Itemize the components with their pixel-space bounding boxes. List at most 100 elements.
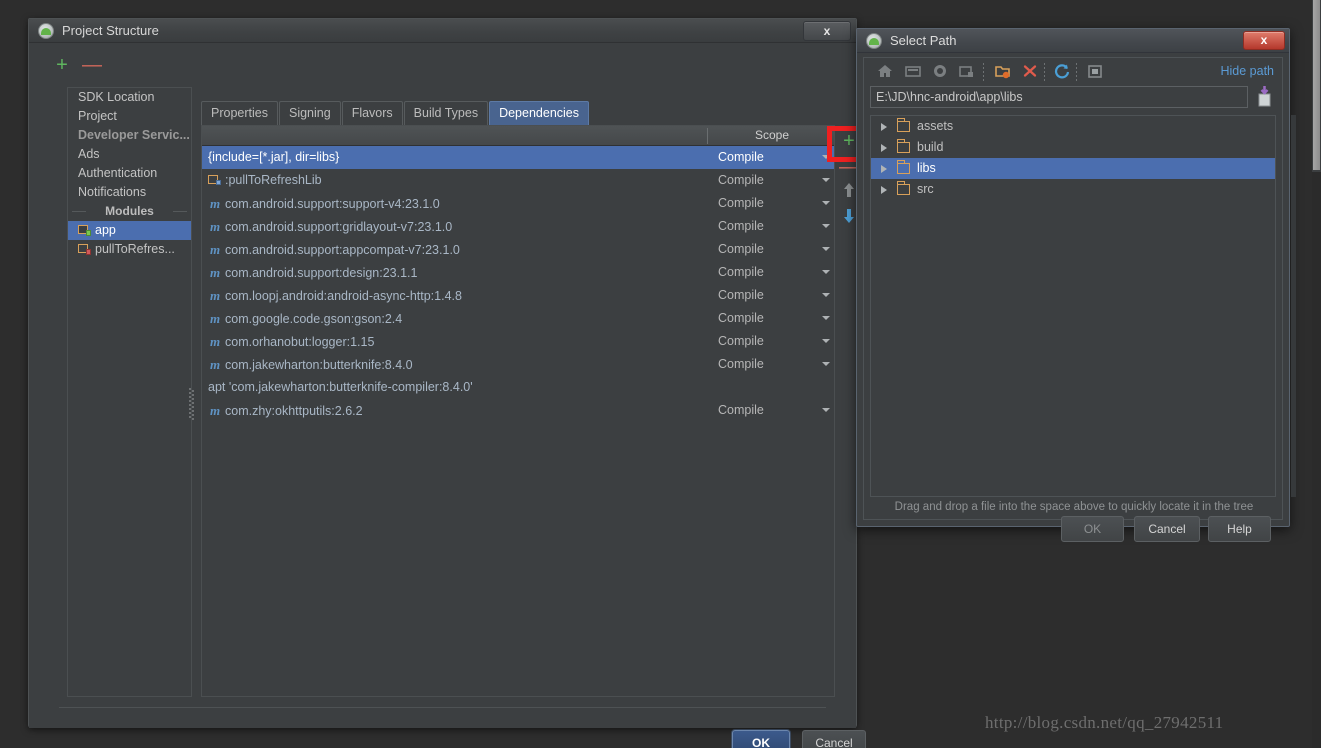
dependency-row[interactable]: apt 'com.jakewharton:butterknife-compile… bbox=[202, 376, 834, 399]
chevron-right-icon[interactable] bbox=[881, 165, 887, 173]
scope-value[interactable]: Compile bbox=[718, 169, 764, 192]
dependency-name: m com.orhanobut:logger:1.15 bbox=[208, 330, 374, 354]
ok-button[interactable]: OK bbox=[732, 730, 790, 748]
sidebar-section-modules: Modules bbox=[68, 202, 191, 221]
chevron-down-icon[interactable] bbox=[822, 339, 830, 343]
chevron-down-icon[interactable] bbox=[822, 316, 830, 320]
sidebar-item-notifications[interactable]: Notifications bbox=[68, 183, 191, 202]
dependency-name: {include=[*.jar], dir=libs} bbox=[208, 146, 339, 169]
module-toolbar: + — bbox=[39, 55, 169, 81]
path-toolbar: Hide path bbox=[864, 58, 1282, 86]
dependency-name: m com.google.code.gson:gson:2.4 bbox=[208, 307, 402, 331]
chevron-down-icon[interactable] bbox=[822, 362, 830, 366]
tree-scrollbar[interactable] bbox=[1291, 115, 1296, 497]
desktop-icon[interactable] bbox=[904, 63, 924, 81]
sidebar-item-project[interactable]: Project bbox=[68, 107, 191, 126]
scope-value[interactable]: Compile bbox=[718, 215, 764, 238]
home-icon[interactable] bbox=[876, 63, 896, 81]
sidebar-item-authentication[interactable]: Authentication bbox=[68, 164, 191, 183]
project-structure-titlebar: Project Structure x bbox=[29, 19, 856, 43]
project-structure-body: + — SDK Location Project Developer Servic.… bbox=[29, 43, 869, 748]
folder-icon[interactable] bbox=[958, 63, 978, 81]
dependency-row[interactable]: m com.android.support:support-v4:23.1.0 Co… bbox=[202, 192, 834, 215]
paste-icon[interactable] bbox=[1256, 86, 1274, 108]
dialog-title: Select Path bbox=[890, 33, 957, 48]
chevron-right-icon[interactable] bbox=[881, 186, 887, 194]
tab-signing[interactable]: Signing bbox=[278, 101, 341, 125]
dependency-row[interactable]: {include=[*.jar], dir=libs} Compile bbox=[202, 146, 834, 169]
remove-module-button[interactable]: — bbox=[81, 55, 103, 77]
sidebar-item-ads[interactable]: Ads bbox=[68, 145, 191, 164]
chevron-down-icon[interactable] bbox=[822, 408, 830, 412]
chevron-down-icon[interactable] bbox=[822, 247, 830, 251]
sidebar-item-developer-servic[interactable]: Developer Servic... bbox=[68, 126, 191, 145]
dependency-row[interactable]: m com.jakewharton:butterknife:8.4.0 Compil… bbox=[202, 353, 834, 376]
tab-build-types[interactable]: Build Types bbox=[403, 101, 489, 125]
maven-icon: m bbox=[209, 311, 221, 326]
sidebar-item-pulltorefres[interactable]: pullToRefres... bbox=[68, 240, 191, 259]
scope-value[interactable]: Compile bbox=[718, 238, 764, 261]
chevron-down-icon[interactable] bbox=[822, 293, 830, 297]
sidebar-item-app[interactable]: app bbox=[68, 221, 191, 240]
chevron-right-icon[interactable] bbox=[881, 144, 887, 152]
cancel-button[interactable]: Cancel bbox=[802, 730, 866, 748]
dependency-row[interactable]: :pullToRefreshLib Compile bbox=[202, 169, 834, 192]
dependency-row[interactable]: m com.zhy:okhttputils:2.6.2 Compile bbox=[202, 399, 834, 422]
scope-value[interactable]: Compile bbox=[718, 399, 764, 422]
scope-value[interactable]: Compile bbox=[718, 261, 764, 284]
scope-value[interactable]: Compile bbox=[718, 284, 764, 307]
ide-scrollbar-thumb[interactable] bbox=[1313, 0, 1320, 170]
refresh-icon[interactable] bbox=[1054, 63, 1074, 81]
dependencies-list[interactable]: {include=[*.jar], dir=libs} Compile:pullT… bbox=[202, 146, 834, 696]
sidebar-item-sdk-location[interactable]: SDK Location bbox=[68, 88, 191, 107]
path-input[interactable]: E:\JD\hnc-android\app\libs bbox=[870, 86, 1248, 108]
select-path-help-button[interactable]: Help bbox=[1208, 516, 1271, 542]
chevron-down-icon[interactable] bbox=[822, 270, 830, 274]
ide-scrollbar[interactable] bbox=[1312, 0, 1321, 748]
module-app-icon bbox=[78, 224, 91, 236]
delete-icon[interactable] bbox=[1021, 63, 1041, 81]
scope-value[interactable]: Compile bbox=[718, 330, 764, 353]
maven-icon: m bbox=[209, 242, 221, 257]
dependencies-panel: Scope {include=[*.jar], dir=libs} Compile… bbox=[201, 125, 835, 697]
tree-item-src[interactable]: src bbox=[871, 179, 1275, 200]
tab-dependencies[interactable]: Dependencies bbox=[489, 101, 589, 125]
select-path-ok-button[interactable]: OK bbox=[1061, 516, 1124, 542]
dependency-label: com.jakewharton:butterknife:8.4.0 bbox=[225, 358, 413, 372]
directory-tree[interactable]: assets build libs src bbox=[870, 115, 1276, 497]
select-path-cancel-button[interactable]: Cancel bbox=[1134, 516, 1200, 542]
scope-value[interactable]: Compile bbox=[718, 192, 764, 215]
scope-value[interactable]: Compile bbox=[718, 353, 764, 376]
show-hidden-icon[interactable] bbox=[1086, 63, 1106, 81]
maven-icon: m bbox=[209, 265, 221, 280]
tree-item-libs[interactable]: libs bbox=[871, 158, 1275, 179]
chevron-right-icon[interactable] bbox=[881, 123, 887, 131]
tab-properties[interactable]: Properties bbox=[201, 101, 278, 125]
dependency-label: {include=[*.jar], dir=libs} bbox=[208, 150, 340, 164]
dependency-row[interactable]: m com.loopj.android:android-async-http:1.… bbox=[202, 284, 834, 307]
scope-value[interactable]: Compile bbox=[718, 307, 764, 330]
dependency-row[interactable]: m com.google.code.gson:gson:2.4 Compile bbox=[202, 307, 834, 330]
close-icon[interactable]: x bbox=[1243, 31, 1285, 50]
chevron-down-icon[interactable] bbox=[822, 224, 830, 228]
dependency-row[interactable]: m com.android.support:gridlayout-v7:23.1.… bbox=[202, 215, 834, 238]
tab-flavors[interactable]: Flavors bbox=[341, 101, 403, 125]
close-icon[interactable]: x bbox=[803, 21, 851, 41]
panel-splitter[interactable] bbox=[189, 388, 195, 420]
select-path-body: Hide path E:\JD\hnc-android\app\libs ass… bbox=[857, 53, 1296, 526]
tree-item-build[interactable]: build bbox=[871, 137, 1275, 158]
dependency-name: m com.android.support:appcompat-v7:23.1.0 bbox=[208, 238, 460, 262]
new-folder-icon[interactable] bbox=[994, 63, 1014, 81]
dependency-row[interactable]: m com.orhanobut:logger:1.15 Compile bbox=[202, 330, 834, 353]
scope-value[interactable]: Compile bbox=[718, 146, 764, 169]
dependency-row[interactable]: m com.android.support:design:23.1.1 Compil… bbox=[202, 261, 834, 284]
dependency-row[interactable]: m com.android.support:appcompat-v7:23.1.0… bbox=[202, 238, 834, 261]
maven-icon: m bbox=[209, 288, 221, 303]
chevron-down-icon[interactable] bbox=[822, 201, 830, 205]
hide-path-link[interactable]: Hide path bbox=[1220, 64, 1274, 78]
chevron-down-icon[interactable] bbox=[822, 178, 830, 182]
project-icon[interactable] bbox=[931, 63, 951, 81]
add-module-button[interactable]: + bbox=[51, 55, 73, 77]
tree-item-assets[interactable]: assets bbox=[871, 116, 1275, 137]
column-header-scope[interactable]: Scope bbox=[712, 128, 832, 142]
